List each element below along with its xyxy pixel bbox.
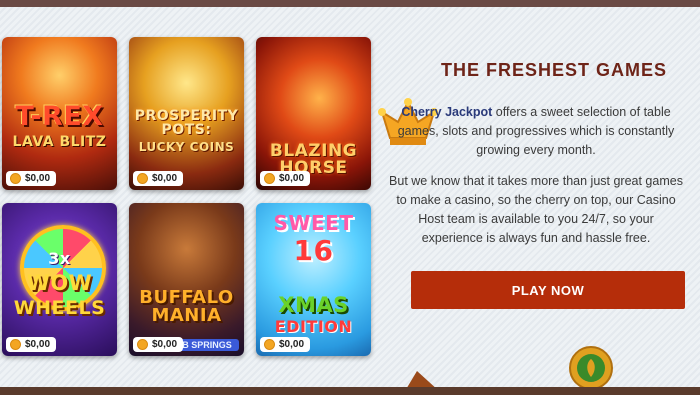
price-value: $0,00 [25,339,51,350]
price-value: $0,00 [279,173,305,184]
game-card-trex-lava-blitz[interactable]: T-REX LAVA BLITZ $0,00 [2,37,117,190]
price-value: $0,00 [279,339,305,350]
price-badge: $0,00 [133,337,184,352]
coin-icon [137,339,148,350]
game-title: T-REX [15,101,104,132]
price-badge: $0,00 [260,337,311,352]
game-title-number: 16 [293,234,334,267]
game-thumbnail [129,203,244,356]
game-strip-label: B SPRINGS [175,339,239,351]
game-title: WOW [26,271,93,295]
game-title: SWEET [273,211,354,235]
game-subtitle: WHEELS [13,297,106,319]
coin-icon [10,339,21,350]
game-card-wow-wheels[interactable]: 3x WOW WHEELS $0,00 [2,203,117,356]
game-edition: EDITION [274,317,353,336]
game-subtitle: XMAS [278,293,349,317]
price-value: $0,00 [25,173,51,184]
play-now-button[interactable]: PLAY NOW [411,271,685,309]
price-badge: $0,00 [6,337,57,352]
game-card-sweet-16-xmas[interactable]: SWEET 16 XMAS EDITION $0,00 [256,203,371,356]
section-heading: THE FRESHEST GAMES [441,60,668,80]
host-paragraph: But we know that it takes more than just… [389,174,683,245]
top-bar [0,0,700,7]
price-value: $0,00 [152,339,178,350]
coin-icon [264,173,275,184]
price-value: $0,00 [152,173,178,184]
brand-name: Cherry Jackpot [401,105,493,119]
intro-paragraph: Cherry Jackpot offers a sweet selection … [386,103,686,160]
bottom-bar [0,387,700,395]
coin-icon [137,173,148,184]
game-card-buffalo-mania[interactable]: BUFFALO MANIA B SPRINGS $0,00 [129,203,244,356]
game-title: PROSPERITY POTS: [134,108,239,138]
game-title: BUFFALO MANIA [139,287,234,326]
price-badge: $0,00 [260,171,311,186]
game-card-blazing-horse[interactable]: BLAZING HORSE $0,00 [256,37,371,190]
coin-icon [264,339,275,350]
chip-icon [569,346,613,390]
price-badge: $0,00 [6,171,57,186]
price-badge: $0,00 [133,171,184,186]
game-subtitle: LAVA BLITZ [12,134,107,150]
game-grid: T-REX LAVA BLITZ $0,00 PROSPERITY POTS: … [2,37,374,357]
coin-icon [10,173,21,184]
game-card-prosperity-pots[interactable]: PROSPERITY POTS: LUCKY COINS $0,00 [129,37,244,190]
game-subtitle: LUCKY COINS [138,140,235,154]
game-multiplier: 3x [48,249,71,268]
